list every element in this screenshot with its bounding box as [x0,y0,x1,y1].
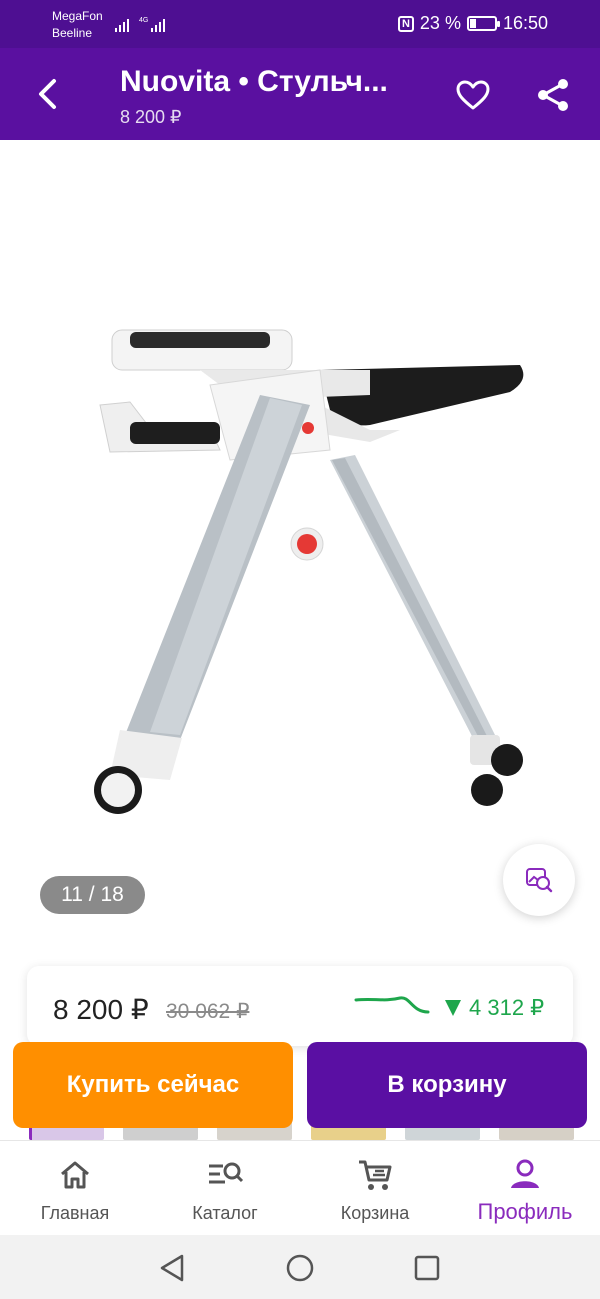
battery-fill [469,19,476,28]
system-home-button[interactable] [283,1251,317,1285]
nav-item-profile[interactable]: Профиль [450,1141,600,1236]
product-gallery[interactable]: 11 / 18 [0,140,600,960]
product-price-subtitle: 8 200 ₽ [120,107,182,127]
network-type: 4G [139,17,148,24]
buy-now-button[interactable]: Купить сейчас [13,1042,293,1128]
profile-icon [505,1157,545,1193]
home-circle-icon [286,1254,314,1282]
nav-label-cart: Корзина [340,1203,410,1223]
recents-square-icon [414,1255,440,1281]
favorite-button[interactable] [452,74,494,116]
image-counter: 11 / 18 [40,876,145,914]
visual-search-button[interactable] [503,844,575,916]
system-navigation-bar [0,1235,600,1299]
nfc-icon: N [397,15,414,32]
product-title: Nuovita • Стульч... [120,65,388,98]
system-recents-button[interactable] [410,1251,444,1285]
status-bar: MegaFon Beeline 4G N 23 % 16:50 [0,0,600,48]
catalog-search-icon [205,1157,245,1193]
back-button[interactable] [28,72,68,116]
bottom-navigation: Главная Каталог Корзина Профиль [0,1140,600,1235]
share-icon [538,79,568,111]
price-card[interactable]: 8 200 ₽ 30 062 ₽ 4 312 ₽ [27,966,573,1046]
battery-icon [466,16,500,31]
add-to-cart-button[interactable]: В корзину [307,1042,587,1128]
home-icon [55,1157,95,1193]
cart-icon [355,1157,395,1193]
nav-label-catalog: Каталог [192,1203,258,1223]
image-search-icon [526,868,553,893]
price-drop: 4 312 ₽ [445,995,544,1021]
old-price: 30 062 ₽ [166,1000,250,1023]
nav-item-catalog[interactable]: Каталог [150,1141,300,1236]
app-bar: Nuovita • Стульч... 8 200 ₽ [0,48,600,140]
signal-icon: 4G [115,14,169,39]
chevron-left-icon [39,79,56,109]
status-right: N 23 % 16:50 [397,13,548,34]
heart-icon [456,80,490,110]
carrier-names: MegaFon Beeline [52,8,103,42]
system-back-button[interactable] [155,1251,189,1285]
nav-label-home: Главная [40,1203,110,1223]
back-triangle-icon [160,1254,184,1282]
carrier-2: Beeline [52,26,93,40]
carrier-1: MegaFon [52,9,103,23]
nav-item-home[interactable]: Главная [0,1141,150,1236]
product-image-highchair[interactable] [70,310,540,830]
current-price: 8 200 ₽ [53,994,149,1025]
battery-percent: 23 % [419,13,461,33]
price-drop-value: 4 312 ₽ [469,995,545,1020]
price-trend-icon [354,992,430,1023]
share-button[interactable] [532,74,574,116]
down-triangle-icon [445,1000,461,1016]
clock: 16:50 [502,13,548,33]
nav-item-cart[interactable]: Корзина [300,1141,450,1236]
nav-label-profile: Профиль [477,1199,573,1224]
